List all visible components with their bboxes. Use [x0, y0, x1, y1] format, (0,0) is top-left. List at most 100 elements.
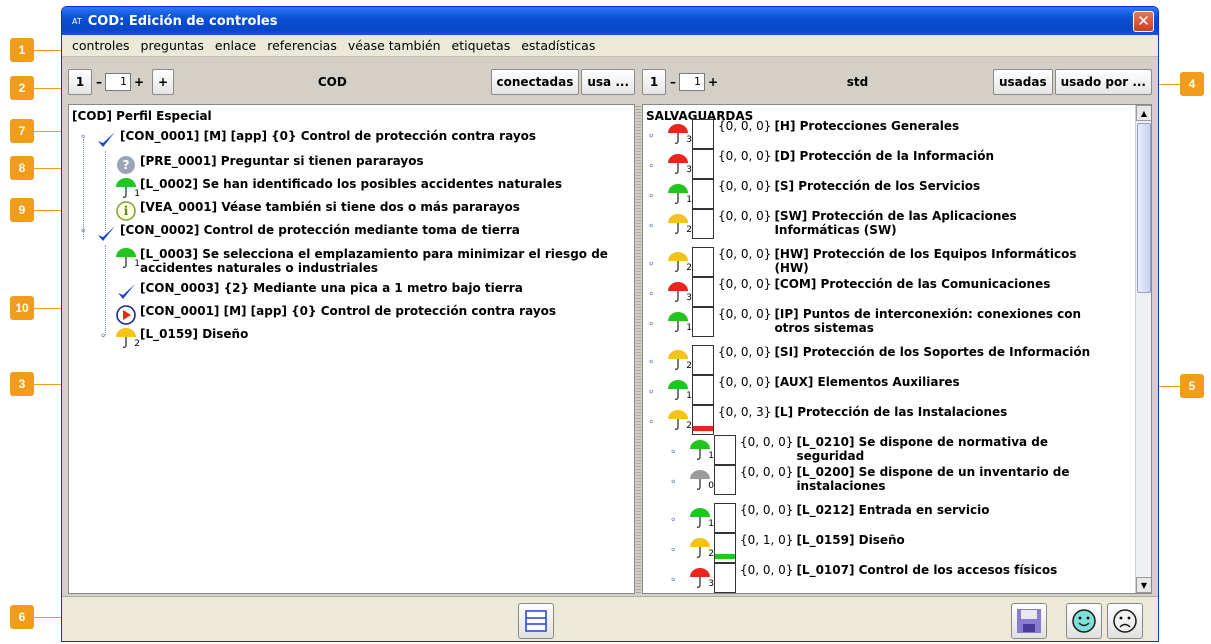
expand-handle-icon[interactable]: ⚬	[647, 417, 655, 428]
safeguard-row[interactable]: 1 {0, 0, 0} [S] Protección de los Servicio…	[667, 179, 1137, 209]
menu-referencias[interactable]: referencias	[267, 38, 337, 53]
scroll-up-icon[interactable]: ▲	[1136, 105, 1151, 121]
umbrella-icon: 3	[667, 153, 692, 175]
tree-node-l-0002[interactable]: 1 [L_0002] Se han identificado los posib…	[115, 177, 562, 199]
tree-node-con-0001-ref[interactable]: [CON_0001] [M] [app] {0} Control de prot…	[115, 304, 556, 326]
right-spinner-value[interactable]: 1	[679, 73, 705, 91]
umbrella-icon: 2	[667, 251, 692, 273]
status-box	[692, 405, 714, 435]
usadas-button[interactable]: usadas	[992, 69, 1053, 95]
safeguard-label: [COM] Protección de las Comunicaciones	[774, 277, 1051, 291]
expand-handle-icon[interactable]: ⚬	[647, 221, 655, 232]
right-spinner-plus[interactable]: +	[708, 75, 718, 89]
expand-handle-icon[interactable]: ⚬	[647, 357, 655, 368]
umbrella-icon: 0	[689, 469, 714, 491]
counts-label: {0, 0, 0}	[718, 149, 772, 163]
tree-node-l-0159[interactable]: 2 [L_0159] Diseño	[115, 327, 248, 349]
left-expand-button[interactable]: +	[152, 69, 175, 95]
safeguard-row[interactable]: 3 {0, 0, 0} [L_0107] Control de los acceso…	[689, 563, 1137, 593]
safeguard-row[interactable]: 2 {0, 0, 0} [SI] Protección de los Soporte…	[667, 345, 1137, 375]
safeguard-row[interactable]: 2 {0, 0, 3} [L] Protección de las Instalac…	[667, 405, 1137, 435]
status-box	[714, 503, 736, 533]
expand-handle-icon[interactable]: ⚬	[669, 575, 677, 586]
expand-handle-icon[interactable]: ⚬	[647, 191, 655, 202]
menu-bar: controles preguntas enlace referencias v…	[62, 35, 1158, 57]
status-box	[692, 307, 714, 337]
status-box	[692, 247, 714, 277]
left-spinner-plus[interactable]: +	[134, 75, 144, 89]
menu-enlace[interactable]: enlace	[215, 38, 256, 53]
safeguard-row[interactable]: 1 {0, 0, 0} [IP] Puntos de interconexión: …	[667, 307, 1137, 337]
safeguard-row[interactable]: 1 {0, 0, 0} [L_0210] Se dispone de normati…	[689, 435, 1137, 465]
left-level-button[interactable]: 1	[68, 69, 92, 95]
menu-controles[interactable]: controles	[72, 38, 130, 53]
counts-label: {0, 0, 0}	[718, 179, 772, 193]
collapse-handle-icon[interactable]: ⚬	[79, 132, 87, 143]
callout-6: 6	[10, 605, 34, 629]
right-level-button[interactable]: 1	[642, 69, 666, 95]
tree-node-pre-0001[interactable]: ? [PRE_0001] Preguntar si tienen pararay…	[115, 154, 424, 176]
safeguard-row[interactable]: 1 {0, 0, 0} [L_0212] Entrada en servicio	[689, 503, 1137, 533]
menu-vease-tambien[interactable]: véase también	[348, 38, 441, 53]
tree-root[interactable]: [COD] Perfil Especial	[72, 109, 212, 123]
right-spinner-minus[interactable]: –	[670, 75, 676, 89]
panel-splitter[interactable]	[636, 104, 641, 594]
safeguard-row[interactable]: 3 {0, 0, 0} [COM] Protección de las Comuni…	[667, 277, 1137, 307]
expand-handle-icon[interactable]: ⚬	[647, 387, 655, 398]
split-view-icon	[525, 610, 547, 632]
conectadas-button[interactable]: conectadas	[490, 69, 580, 95]
scroll-thumb[interactable]	[1137, 123, 1151, 293]
menu-etiquetas[interactable]: etiquetas	[452, 38, 511, 53]
safeguard-row[interactable]: 2 {0, 0, 0} [HW] Protección de los Equipos…	[667, 247, 1137, 277]
left-spinner-minus[interactable]: –	[96, 75, 102, 89]
status-box	[692, 209, 714, 239]
collapse-handle-icon[interactable]: ⚬	[79, 226, 87, 237]
safeguard-row[interactable]: 3 {0, 0, 0} [D] Protección de la Informaci…	[667, 149, 1137, 179]
menu-preguntas[interactable]: preguntas	[141, 38, 204, 53]
scroll-down-icon[interactable]: ▼	[1136, 577, 1151, 593]
check-icon	[115, 281, 137, 303]
safeguard-label: [L_0107] Control de los accesos físicos	[796, 563, 1058, 577]
expand-handle-icon[interactable]: ⚬	[647, 161, 655, 172]
right-depth-spinner[interactable]: – 1 +	[670, 73, 718, 91]
safeguard-row[interactable]: 1 {0, 0, 0} [AUX] Elementos Auxiliares	[667, 375, 1137, 405]
std-tree-panel[interactable]: SALVAGUARDAS ⚬ 3 {0, 0, 0} [H] Protecciones…	[642, 104, 1152, 594]
expand-handle-icon[interactable]: ⚬	[99, 331, 107, 342]
expand-handle-icon[interactable]: ⚬	[669, 447, 677, 458]
expand-handle-icon[interactable]: ⚬	[669, 515, 677, 526]
vertical-scrollbar[interactable]: ▲ ▼	[1135, 105, 1151, 593]
tree-node-con-0001[interactable]: [CON_0001] [M] [app] {0} Control de prot…	[95, 129, 536, 151]
counts-label: {0, 0, 0}	[740, 465, 794, 479]
left-toolbar: 1 – 1 + + COD conectadas usa ...	[68, 63, 635, 101]
callout-5: 5	[1180, 374, 1204, 398]
expand-handle-icon[interactable]: ⚬	[647, 131, 655, 142]
cod-tree-panel[interactable]: [COD] Perfil Especial ⚬ [CON_0001] [M] […	[68, 104, 635, 594]
accept-button[interactable]	[1066, 603, 1102, 639]
tree-node-con-0003[interactable]: [CON_0003] {2} Mediante una pica a 1 met…	[115, 281, 523, 303]
safeguard-label: [SW] Protección de las Aplicaciones Info…	[774, 209, 1017, 237]
expand-handle-icon[interactable]: ⚬	[669, 477, 677, 488]
save-button[interactable]	[1011, 603, 1047, 639]
safeguard-row[interactable]: 2 {0, 0, 0} [SW] Protección de las Aplicac…	[667, 209, 1137, 239]
usado-por-button[interactable]: usado por ...	[1054, 69, 1152, 95]
tree-node-l-0003[interactable]: 1 [L_0003] Se selecciona el emplazamient…	[115, 247, 625, 275]
left-depth-spinner[interactable]: – 1 +	[96, 73, 144, 91]
safeguard-row[interactable]: 2 {0, 1, 0} [L_0159] Diseño	[689, 533, 1137, 563]
menu-estadisticas[interactable]: estadísticas	[521, 38, 595, 53]
expand-handle-icon[interactable]: ⚬	[647, 259, 655, 270]
expand-handle-icon[interactable]: ⚬	[647, 289, 655, 300]
tree-node-con-0002[interactable]: [CON_0002] Control de protección mediant…	[95, 223, 520, 245]
umbrella-icon: 3	[667, 123, 692, 145]
cancel-button[interactable]	[1107, 603, 1143, 639]
safeguard-row[interactable]: 0 {0, 0, 0} [L_0200] Se dispone de un inve…	[689, 465, 1137, 495]
expand-handle-icon[interactable]: ⚬	[647, 319, 655, 330]
close-button[interactable]: ✕	[1133, 11, 1154, 32]
expand-handle-icon[interactable]: ⚬	[669, 545, 677, 556]
left-spinner-value[interactable]: 1	[105, 73, 131, 91]
tree-node-vea-0001[interactable]: i [VEA_0001] Véase también si tiene dos …	[115, 200, 520, 222]
counts-label: {0, 0, 0}	[718, 119, 772, 133]
usa-button[interactable]: usa ...	[581, 69, 635, 95]
sad-face-icon	[1113, 609, 1137, 633]
layout-toggle-button[interactable]	[518, 603, 554, 639]
safeguard-row[interactable]: 3 {0, 0, 0} [H] Protecciones Generales	[667, 119, 1137, 149]
